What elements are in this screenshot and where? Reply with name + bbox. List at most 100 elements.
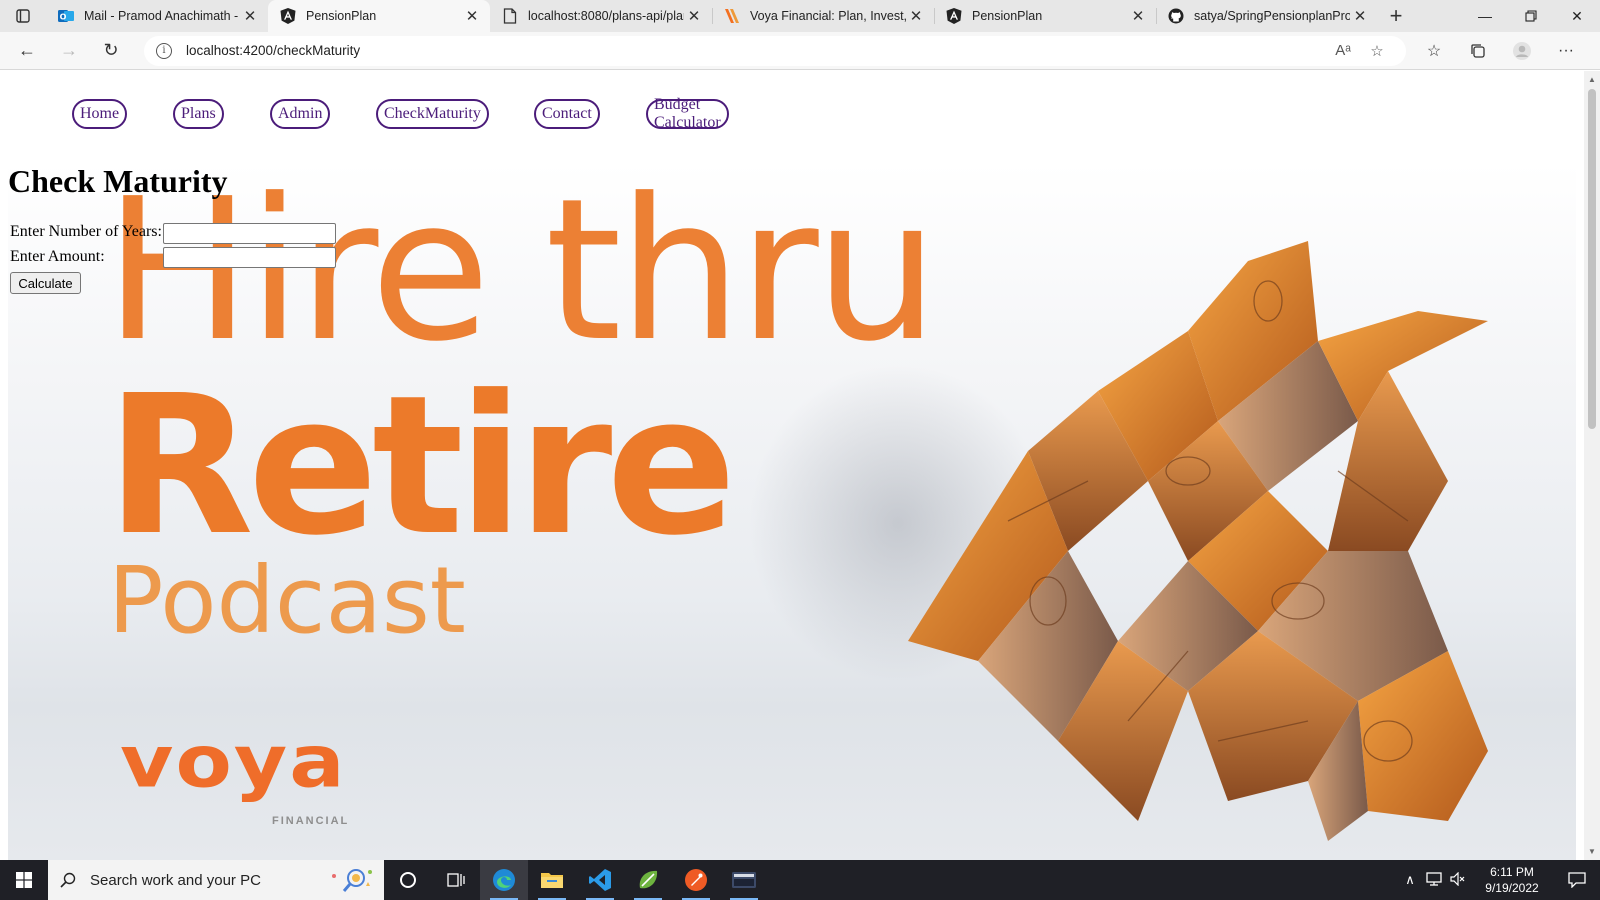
close-icon: ✕ [1571, 7, 1583, 24]
profile-avatar-icon [1513, 41, 1531, 60]
close-tab-icon[interactable]: ✕ [462, 6, 482, 26]
site-info-icon[interactable]: i [156, 42, 172, 59]
volume-muted-icon[interactable] [1446, 871, 1470, 889]
restore-button[interactable] [1508, 0, 1554, 32]
restore-icon [1525, 10, 1537, 22]
browser-tab[interactable]: O Mail - Pramod Anachimath - C ✕ [46, 0, 268, 32]
close-tab-icon[interactable]: ✕ [684, 6, 704, 26]
tab-actions-button[interactable] [0, 0, 46, 32]
nav-link-checkmaturity[interactable]: CheckMaturity [376, 99, 489, 129]
show-hidden-icons[interactable]: ∧ [1398, 872, 1422, 888]
plus-icon: + [1389, 3, 1403, 28]
mysql-workbench-icon [732, 872, 756, 888]
edge-icon [493, 869, 515, 891]
network-icon[interactable] [1422, 871, 1446, 889]
nav-link-plans[interactable]: Plans [173, 99, 224, 129]
action-center-button[interactable] [1554, 872, 1600, 888]
calculate-button[interactable]: Calculate [10, 272, 81, 294]
favorites-button[interactable]: ☆ [1412, 35, 1456, 67]
years-label: Enter Number of Years: [10, 223, 162, 240]
windows-taskbar: Search work and your PC ∧ 6:11 PM 9/19/2… [0, 860, 1600, 900]
task-view-button[interactable] [432, 860, 480, 900]
search-icon [60, 872, 76, 888]
arrow-right-icon: → [60, 40, 78, 60]
nav-link-contact[interactable]: Contact [534, 99, 600, 129]
collections-icon [1471, 43, 1485, 58]
tab-title: localhost:8080/plans-api/plan [528, 9, 684, 23]
angular-icon [946, 8, 962, 24]
page-title: Check Maturity [8, 163, 228, 199]
taskbar-edge[interactable] [480, 860, 528, 900]
taskbar-search[interactable]: Search work and your PC [48, 860, 384, 900]
outlook-icon: O [58, 8, 74, 24]
years-input[interactable] [163, 223, 336, 244]
add-favorite-icon[interactable]: ☆ [1360, 42, 1394, 60]
window-controls: — ✕ [1462, 0, 1600, 32]
close-tab-icon[interactable]: ✕ [906, 6, 926, 26]
tab-actions-icon [16, 9, 30, 23]
folder-icon [541, 873, 563, 888]
minimize-button[interactable]: — [1462, 0, 1508, 32]
svg-text:O: O [60, 13, 67, 22]
browser-tab[interactable]: localhost:8080/plans-api/plan ✕ [490, 0, 712, 32]
voya-logo-subtitle: FINANCIAL [272, 815, 350, 827]
close-tab-icon[interactable]: ✕ [1128, 6, 1148, 26]
banner-headline-2: Retire [106, 355, 737, 578]
banner-headline-1: Hire thru [104, 163, 939, 385]
cortana-button[interactable] [384, 860, 432, 900]
collections-button[interactable] [1456, 35, 1500, 67]
address-url[interactable]: localhost:4200/checkMaturity [186, 43, 1326, 58]
refresh-button[interactable]: ↻ [90, 35, 132, 67]
close-tab-icon[interactable]: ✕ [240, 6, 260, 26]
origami-money-icon [908, 241, 1488, 841]
profile-button[interactable] [1500, 35, 1544, 67]
taskbar-file-explorer[interactable] [528, 860, 576, 900]
nav-link-home[interactable]: Home [72, 99, 128, 129]
clock[interactable]: 6:11 PM 9/19/2022 [1470, 864, 1554, 896]
back-button[interactable]: ← [6, 35, 48, 67]
page-scrollbar[interactable]: ▲ ▼ [1584, 71, 1600, 860]
close-window-button[interactable]: ✕ [1554, 0, 1600, 32]
scrollbar-thumb[interactable] [1588, 89, 1596, 429]
forward-button[interactable]: → [48, 35, 90, 67]
browser-tab[interactable]: PensionPlan ✕ [934, 0, 1156, 32]
taskbar-mysql[interactable] [720, 860, 768, 900]
tab-title: satya/SpringPensionplanProje [1194, 9, 1350, 23]
spring-leaf-icon [639, 870, 658, 889]
taskbar-spring-tool[interactable] [624, 860, 672, 900]
tab-title: PensionPlan [972, 9, 1043, 23]
task-view-icon [447, 873, 465, 887]
tab-title: Mail - Pramod Anachimath - C [84, 9, 240, 23]
new-tab-button[interactable]: + [1378, 0, 1414, 32]
taskbar-vscode[interactable] [576, 860, 624, 900]
nav-link-admin[interactable]: Admin [270, 99, 331, 129]
clock-date: 9/19/2022 [1485, 881, 1539, 895]
read-aloud-icon[interactable]: Aᵃ [1326, 42, 1360, 59]
search-placeholder: Search work and your PC [90, 871, 261, 889]
cortana-icon [400, 872, 416, 888]
github-icon [1168, 8, 1184, 24]
taskbar-postman[interactable] [672, 860, 720, 900]
close-tab-icon[interactable]: ✕ [1350, 6, 1370, 26]
browser-tab-active[interactable]: PensionPlan ✕ [268, 0, 490, 32]
browser-tab[interactable]: satya/SpringPensionplanProje ✕ [1156, 0, 1378, 32]
address-bar[interactable]: i localhost:4200/checkMaturity Aᵃ ☆ [144, 35, 1406, 66]
refresh-icon: ↻ [103, 40, 119, 60]
voya-icon [724, 8, 740, 24]
favorites-icon: ☆ [1426, 42, 1442, 60]
angular-icon [280, 8, 296, 24]
scroll-up-icon[interactable]: ▲ [1588, 75, 1596, 84]
search-highlight-icon [332, 869, 372, 892]
clock-time: 6:11 PM [1490, 865, 1534, 879]
voya-logo: voya [120, 720, 347, 805]
amount-input[interactable] [163, 247, 336, 268]
web-page: Hire thru Retire Podcast voya FINANCIAL [0, 71, 1584, 860]
browser-tab-strip: O Mail - Pramod Anachimath - C ✕ Pension… [0, 0, 1600, 32]
start-button[interactable] [0, 860, 48, 900]
notification-icon [1568, 872, 1586, 888]
settings-more-button[interactable]: ··· [1544, 35, 1588, 67]
nav-link-budget-calculator[interactable]: Budget Calculator [646, 96, 729, 131]
more-icon: ··· [1558, 41, 1574, 59]
browser-tab[interactable]: Voya Financial: Plan, Invest, Pr ✕ [712, 0, 934, 32]
scroll-down-icon[interactable]: ▼ [1588, 847, 1596, 856]
